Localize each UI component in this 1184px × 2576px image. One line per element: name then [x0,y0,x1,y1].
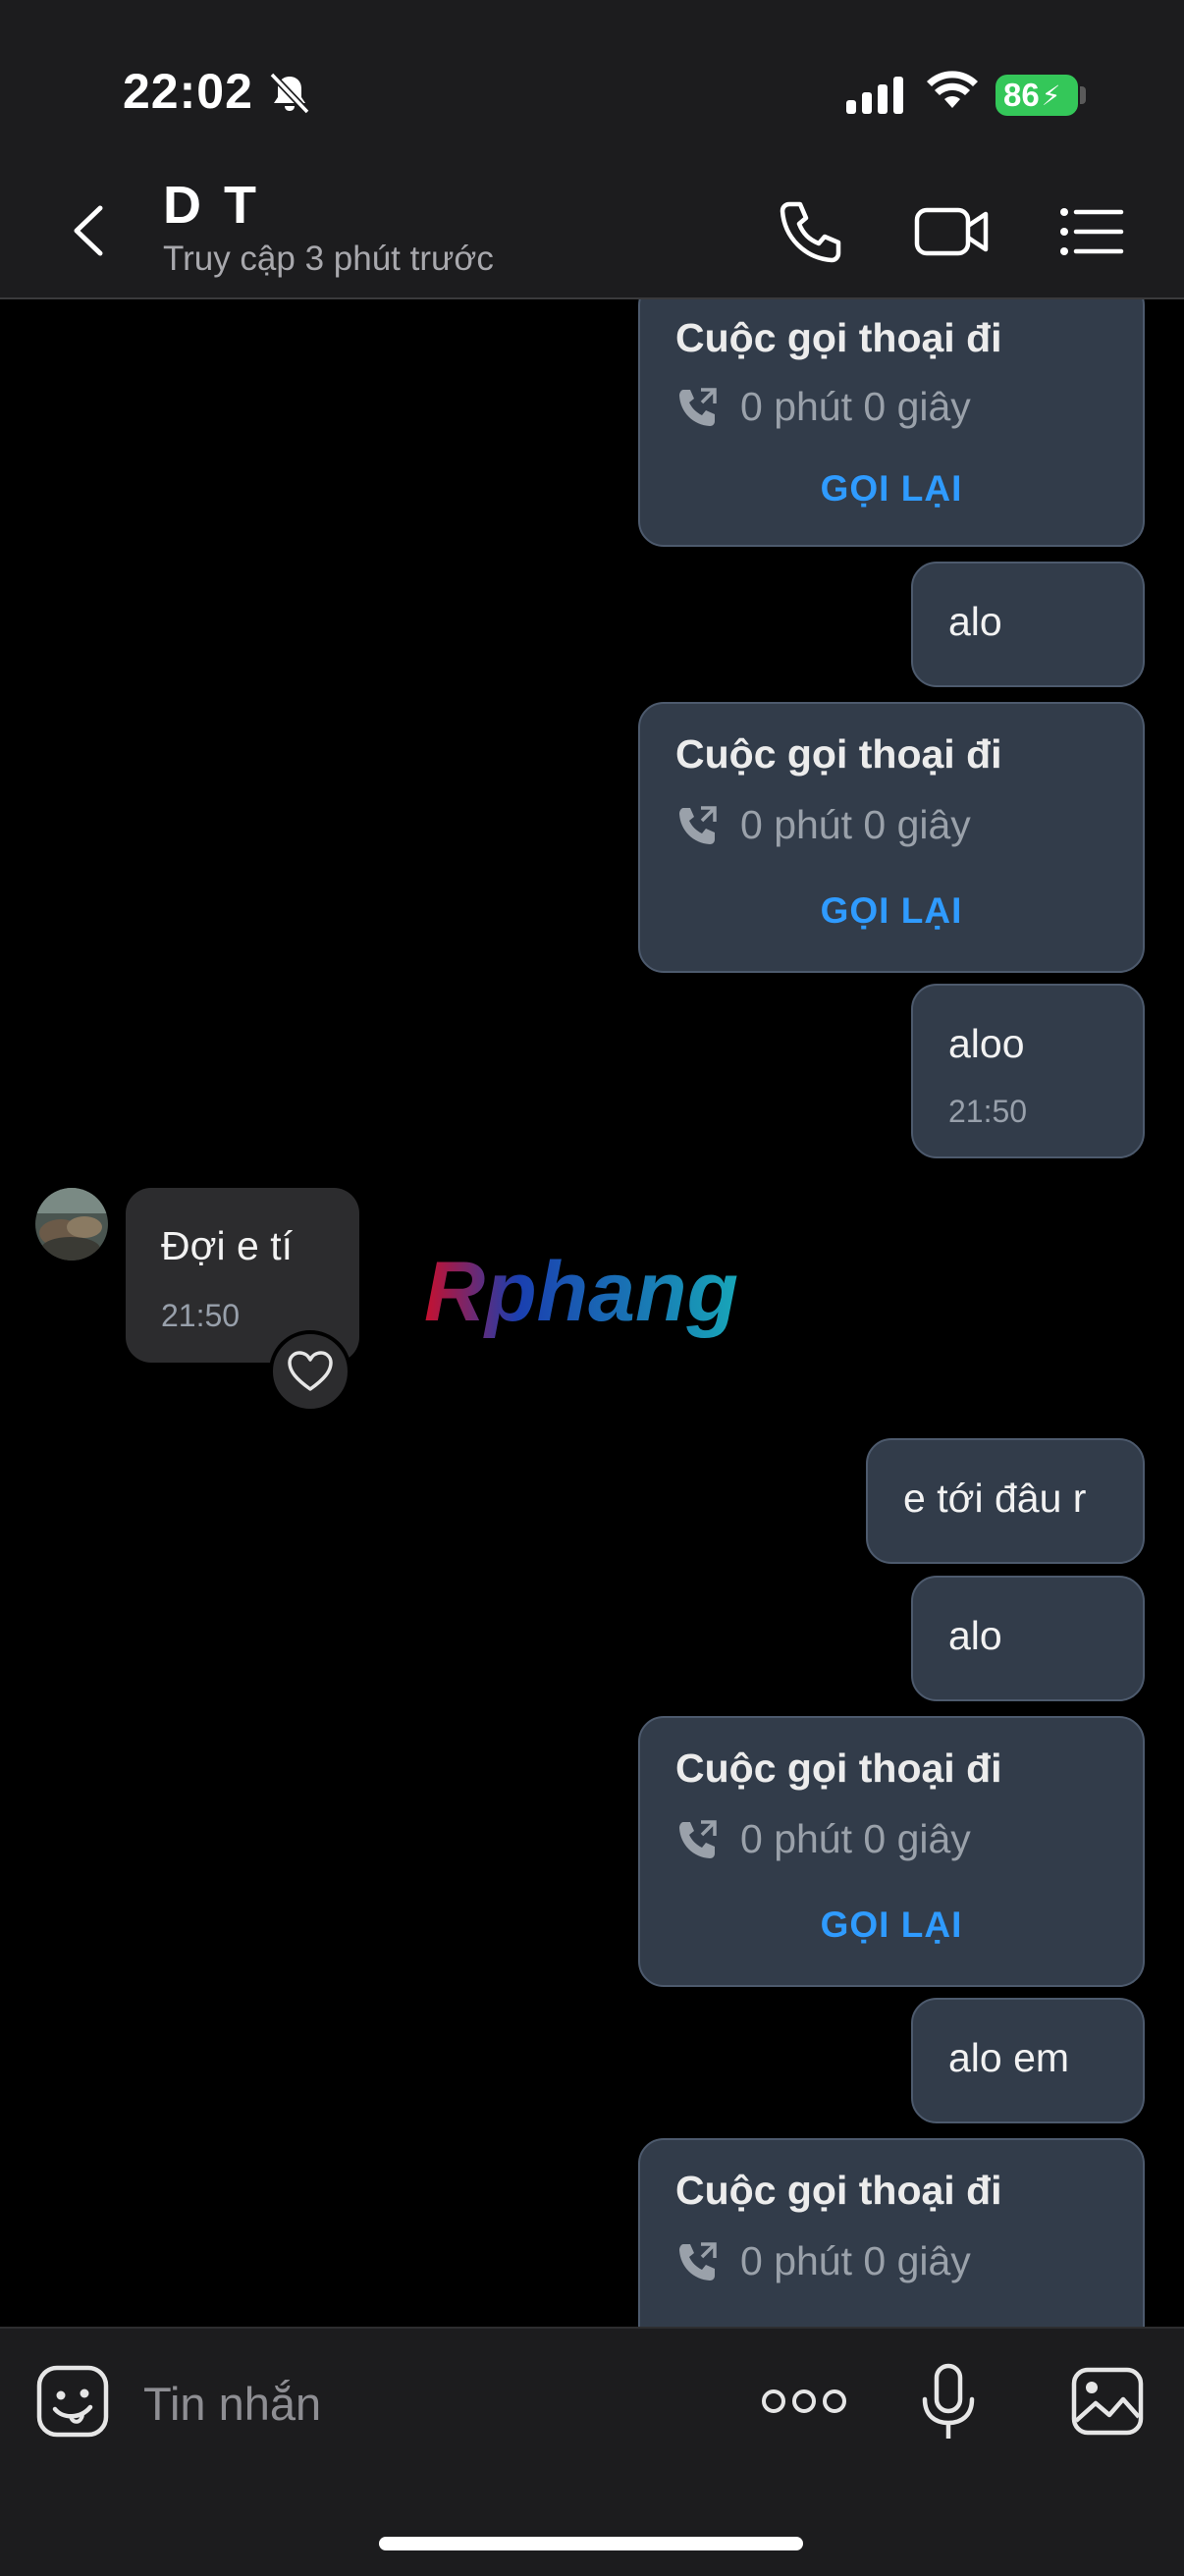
heart-icon [288,1351,333,1391]
avatar-image [35,1188,108,1261]
call-duration: 0 phút 0 giây [740,1816,971,1861]
outgoing-message[interactable]: aloo 21:50 [911,984,1145,1158]
call-title: Cuộc gọi thoại đi [675,2168,1002,2213]
watermark-text: Rphang [424,1250,738,1339]
status-bar: 22:02 86 ⚡ [0,0,1184,157]
message-text: alo [948,1613,1002,1658]
call-back-button[interactable]: GỌI LẠI [640,890,1143,932]
outgoing-message[interactable]: alo [911,1576,1145,1701]
wifi-icon [927,71,978,108]
home-indicator[interactable] [379,2537,803,2550]
call-back-button[interactable]: GỌI LẠI [640,1905,1143,1946]
message-time: 21:50 [161,1298,241,1333]
call-duration: 0 phút 0 giây [740,384,971,429]
charging-icon: ⚡ [1041,80,1061,111]
outgoing-call-icon [679,1819,717,1858]
message-text: alo em [948,2035,1070,2080]
outgoing-message[interactable]: alo em [911,1998,1145,2123]
call-title: Cuộc gọi thoại đi [675,731,1002,777]
message-text: aloo [948,1021,1025,1066]
video-call-button[interactable] [913,196,992,267]
bell-muted-icon [269,72,310,115]
signal-icon [846,77,903,114]
call-duration-row: 0 phút 0 giây [675,802,971,848]
battery-indicator: 86 ⚡ [996,75,1078,116]
status-time: 22:02 [123,64,253,119]
call-message-card[interactable]: Cuộc gọi thoại đi 0 phút 0 giây GỌI LẠI [638,702,1145,973]
outgoing-call-icon [679,387,717,426]
contact-status: Truy cập 3 phút trước [163,240,494,278]
call-title: Cuộc gọi thoại đi [675,315,1002,360]
call-duration-row: 0 phút 0 giây [675,1816,971,1862]
outgoing-call-icon [679,805,717,844]
voice-call-button[interactable] [776,196,846,267]
image-gallery-button[interactable] [1070,2366,1145,2437]
sticker-button[interactable] [35,2364,110,2439]
call-back-button[interactable]: GỌI LẠI [640,468,1143,510]
watermark-logo: Rphang [416,1245,770,1348]
microphone-button[interactable] [919,2362,978,2444]
call-duration-row: 0 phút 0 giây [675,2238,971,2284]
menu-list-button[interactable] [1058,202,1125,261]
call-duration: 0 phút 0 giây [740,802,971,847]
contact-name[interactable]: D T [163,175,260,236]
chat-header: D T Truy cập 3 phút trước [0,157,1184,299]
outgoing-message[interactable]: e tới đâu r [866,1438,1145,1564]
back-button[interactable] [61,196,120,265]
battery-level: 86 [1003,77,1040,113]
outgoing-message[interactable]: alo [911,562,1145,687]
call-duration: 0 phút 0 giây [740,2238,971,2283]
outgoing-call-icon [679,2241,717,2281]
message-text: Đợi e tí [161,1223,293,1268]
call-title: Cuộc gọi thoại đi [675,1745,1002,1791]
call-message-card[interactable]: Cuộc gọi thoại đi 0 phút 0 giây GỌI LẠI [638,1716,1145,1987]
message-input[interactable] [141,2368,695,2439]
react-heart-button[interactable] [269,1330,351,1413]
message-time: 21:50 [948,1094,1028,1129]
contact-avatar[interactable] [35,1188,108,1261]
battery-cap [1080,86,1086,104]
message-list[interactable]: Cuộc gọi thoại đi 0 phút 0 giây GỌI LẠI … [0,299,1184,2327]
call-message-card[interactable]: Cuộc gọi thoại đi 0 phút 0 giây [638,2138,1145,2327]
call-duration-row: 0 phút 0 giây [675,384,971,430]
call-message-card[interactable]: Cuộc gọi thoại đi 0 phút 0 giây GỌI LẠI [638,299,1145,547]
more-options-button[interactable] [760,2382,848,2421]
message-text: alo [948,599,1002,644]
message-text: e tới đâu r [903,1476,1087,1521]
